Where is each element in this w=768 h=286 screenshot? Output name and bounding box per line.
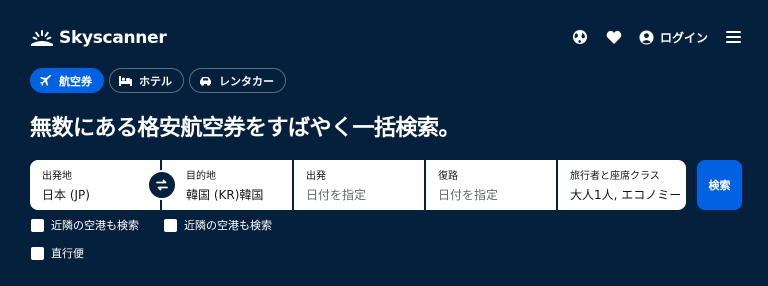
flight-search-form: 出発地 日本 (JP) 目的地 韓国 (KR)韓国 出発 日付を指定 復路 日付… [30,160,686,210]
page-headline: 無数にある格安航空券をすばやく一括検索。 [30,116,461,141]
skyscanner-logo[interactable]: Skyscanner [30,28,167,48]
nearby-origin-label: 近隣の空港も検索 [51,219,139,232]
return-label: 復路 [438,171,458,182]
tab-flights-label: 航空券 [59,74,92,88]
login-label: ログイン [659,30,708,45]
tab-car-hire[interactable]: レンタカー [189,68,286,93]
search-button[interactable]: 検索 [697,160,742,210]
origin-label: 出発地 [42,171,72,182]
tab-car-hire-label: レンタカー [219,74,274,88]
user-icon [639,29,654,45]
checkbox-box[interactable] [164,218,177,232]
origin-field[interactable]: 出発地 日本 (JP) [30,160,160,210]
brand-name: Skyscanner [59,28,167,48]
nearby-destination-label: 近隣の空港も検索 [184,219,272,232]
car-icon [200,76,211,86]
checkbox-box[interactable] [31,246,44,260]
heart-icon[interactable] [605,28,623,46]
nearby-origin-checkbox[interactable]: 近隣の空港も検索 [31,217,139,233]
direct-flights-checkbox[interactable]: 直行便 [31,245,84,261]
tab-flights[interactable]: 航空券 [30,68,104,93]
header-actions: ログイン [571,28,742,46]
return-placeholder: 日付を指定 [438,188,499,202]
nearby-destination-checkbox[interactable]: 近隣の空港も検索 [164,217,272,233]
bed-icon [119,75,132,86]
destination-label: 目的地 [186,171,216,182]
globe-icon[interactable] [571,28,589,46]
header: Skyscanner ログイン [0,0,768,70]
travellers-cabin-field[interactable]: 旅行者と座席クラス 大人1人, エコノミー [558,160,686,210]
tab-hotels-label: ホテル [139,74,172,88]
depart-date-field[interactable]: 出発 日付を指定 [294,160,424,210]
swap-airports-button[interactable] [147,170,177,200]
return-date-field[interactable]: 復路 日付を指定 [426,160,556,210]
hamburger-menu-icon[interactable] [724,28,742,46]
travellers-value: 大人1人, エコノミー [570,188,682,202]
vertical-tabs: 航空券 ホテル レンタカー [30,68,291,93]
plane-icon [40,74,52,86]
destination-value: 韓国 (KR)韓国 [186,188,264,202]
depart-label: 出発 [306,171,326,182]
login-button[interactable]: ログイン [639,29,708,46]
sunrise-logo-icon [31,30,53,46]
direct-flights-label: 直行便 [51,247,84,260]
checkbox-box[interactable] [31,218,44,232]
origin-value: 日本 (JP) [42,188,90,202]
destination-field[interactable]: 目的地 韓国 (KR)韓国 [162,160,292,210]
swap-arrows-icon [156,179,168,191]
tab-hotels[interactable]: ホテル [109,68,184,93]
travellers-label: 旅行者と座席クラス [570,171,660,182]
depart-placeholder: 日付を指定 [306,188,367,202]
